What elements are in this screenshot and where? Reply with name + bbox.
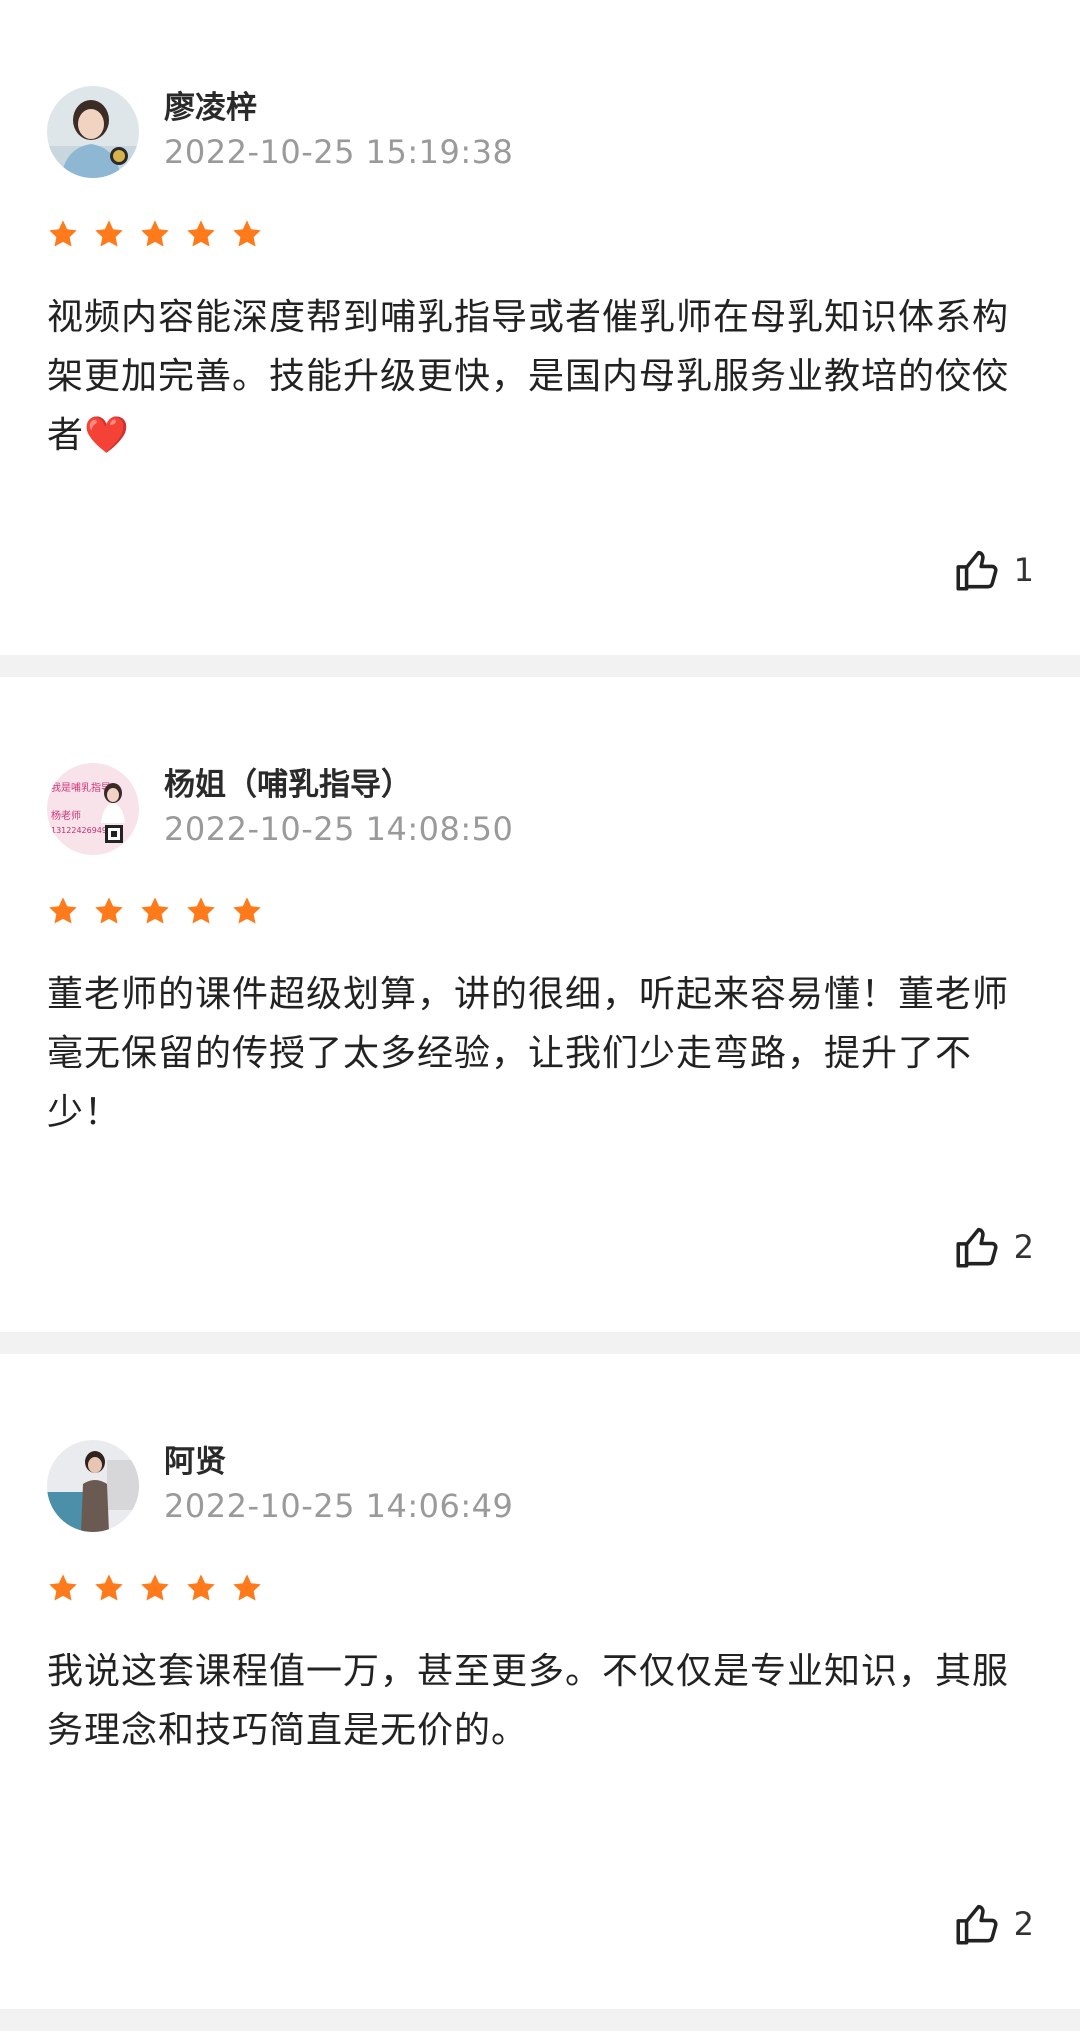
star-icon — [141, 897, 169, 924]
reviewer-name: 杨姐（哺乳指导） — [164, 767, 412, 803]
review-text: 董老师的课件超级划算，讲的很细，听起来容易懂！董老师毫无保留的传授了太多经验，让… — [47, 965, 1027, 1142]
review-timestamp: 2022-10-25 14:08:50 — [164, 810, 514, 848]
review-timestamp: 2022-10-25 14:06:49 — [164, 1487, 514, 1525]
avatar[interactable] — [47, 1440, 139, 1532]
star-icon — [49, 897, 77, 924]
review-text-body: 我说这套课程值一万，甚至更多。不仅仅是专业知识，其服务理念和技巧简直是无价的。 — [47, 1651, 1010, 1751]
star-icon — [49, 220, 77, 247]
like-count: 1 — [1013, 551, 1034, 589]
star-rating — [47, 218, 263, 250]
star-icon — [187, 220, 215, 247]
review-text-body: 董老师的课件超级划算，讲的很细，听起来容易懂！董老师毫无保留的传授了太多经验，让… — [47, 974, 1010, 1133]
section-divider — [0, 1332, 1080, 1354]
star-icon — [95, 1574, 123, 1601]
review-text: 我说这套课程值一万，甚至更多。不仅仅是专业知识，其服务理念和技巧简直是无价的。 — [47, 1642, 1027, 1760]
like-count: 2 — [1013, 1905, 1034, 1943]
section-divider — [0, 655, 1080, 677]
review-card: 我是哺乳指导 杨老师 13122426949 杨姐（哺乳指导） 2022-10-… — [0, 677, 1080, 1332]
star-icon — [95, 220, 123, 247]
woman-photo-avatar-icon — [47, 1440, 139, 1532]
star-icon — [49, 1574, 77, 1601]
review-header: 阿贤 2022-10-25 14:06:49 — [47, 1440, 513, 1532]
svg-text:我是哺乳指导: 我是哺乳指导 — [51, 781, 111, 794]
review-text-body: 视频内容能深度帮到哺乳指导或者催乳师在母乳知识体系构架更加完善。技能升级更快，是… — [47, 297, 1010, 456]
svg-text:13122426949: 13122426949 — [51, 826, 107, 835]
star-icon — [187, 1574, 215, 1601]
like-button[interactable]: 2 — [952, 1222, 1034, 1272]
star-icon — [187, 897, 215, 924]
review-text: 视频内容能深度帮到哺乳指导或者催乳师在母乳知识体系构架更加完善。技能升级更快，是… — [47, 288, 1027, 465]
star-icon — [233, 1574, 261, 1601]
review-card: 廖凌梓 2022-10-25 15:19:38 视频内容能深度帮到哺乳指导或者催… — [0, 0, 1080, 655]
pink-card-avatar-icon: 我是哺乳指导 杨老师 13122426949 — [47, 763, 139, 855]
heart-icon: ❤️ — [84, 415, 130, 456]
thumbs-up-icon — [956, 1904, 998, 1945]
avatar[interactable] — [47, 86, 139, 178]
svg-text:杨老师: 杨老师 — [51, 809, 81, 822]
section-divider — [0, 2009, 1080, 2031]
woman-portrait-avatar-icon — [47, 86, 139, 178]
star-icon — [233, 897, 261, 924]
star-icon — [233, 220, 261, 247]
star-icon — [141, 1574, 169, 1601]
review-card: 阿贤 2022-10-25 14:06:49 我说这套课程值一万，甚至更多。不仅… — [0, 1354, 1080, 2009]
star-icon — [141, 220, 169, 247]
review-header: 廖凌梓 2022-10-25 15:19:38 — [47, 86, 513, 178]
star-rating — [47, 1572, 263, 1604]
thumbs-up-icon — [956, 550, 998, 591]
review-header: 我是哺乳指导 杨老师 13122426949 杨姐（哺乳指导） 2022-10-… — [47, 763, 513, 855]
like-count: 2 — [1013, 1228, 1034, 1266]
review-timestamp: 2022-10-25 15:19:38 — [164, 133, 514, 171]
reviewer-name: 阿贤 — [164, 1444, 226, 1480]
star-icon — [95, 897, 123, 924]
avatar[interactable]: 我是哺乳指导 杨老师 13122426949 — [47, 763, 139, 855]
thumbs-up-icon — [956, 1227, 998, 1268]
like-button[interactable]: 2 — [952, 1899, 1034, 1949]
like-button[interactable]: 1 — [952, 545, 1034, 595]
reviewer-name: 廖凌梓 — [164, 90, 257, 126]
star-rating — [47, 895, 263, 927]
